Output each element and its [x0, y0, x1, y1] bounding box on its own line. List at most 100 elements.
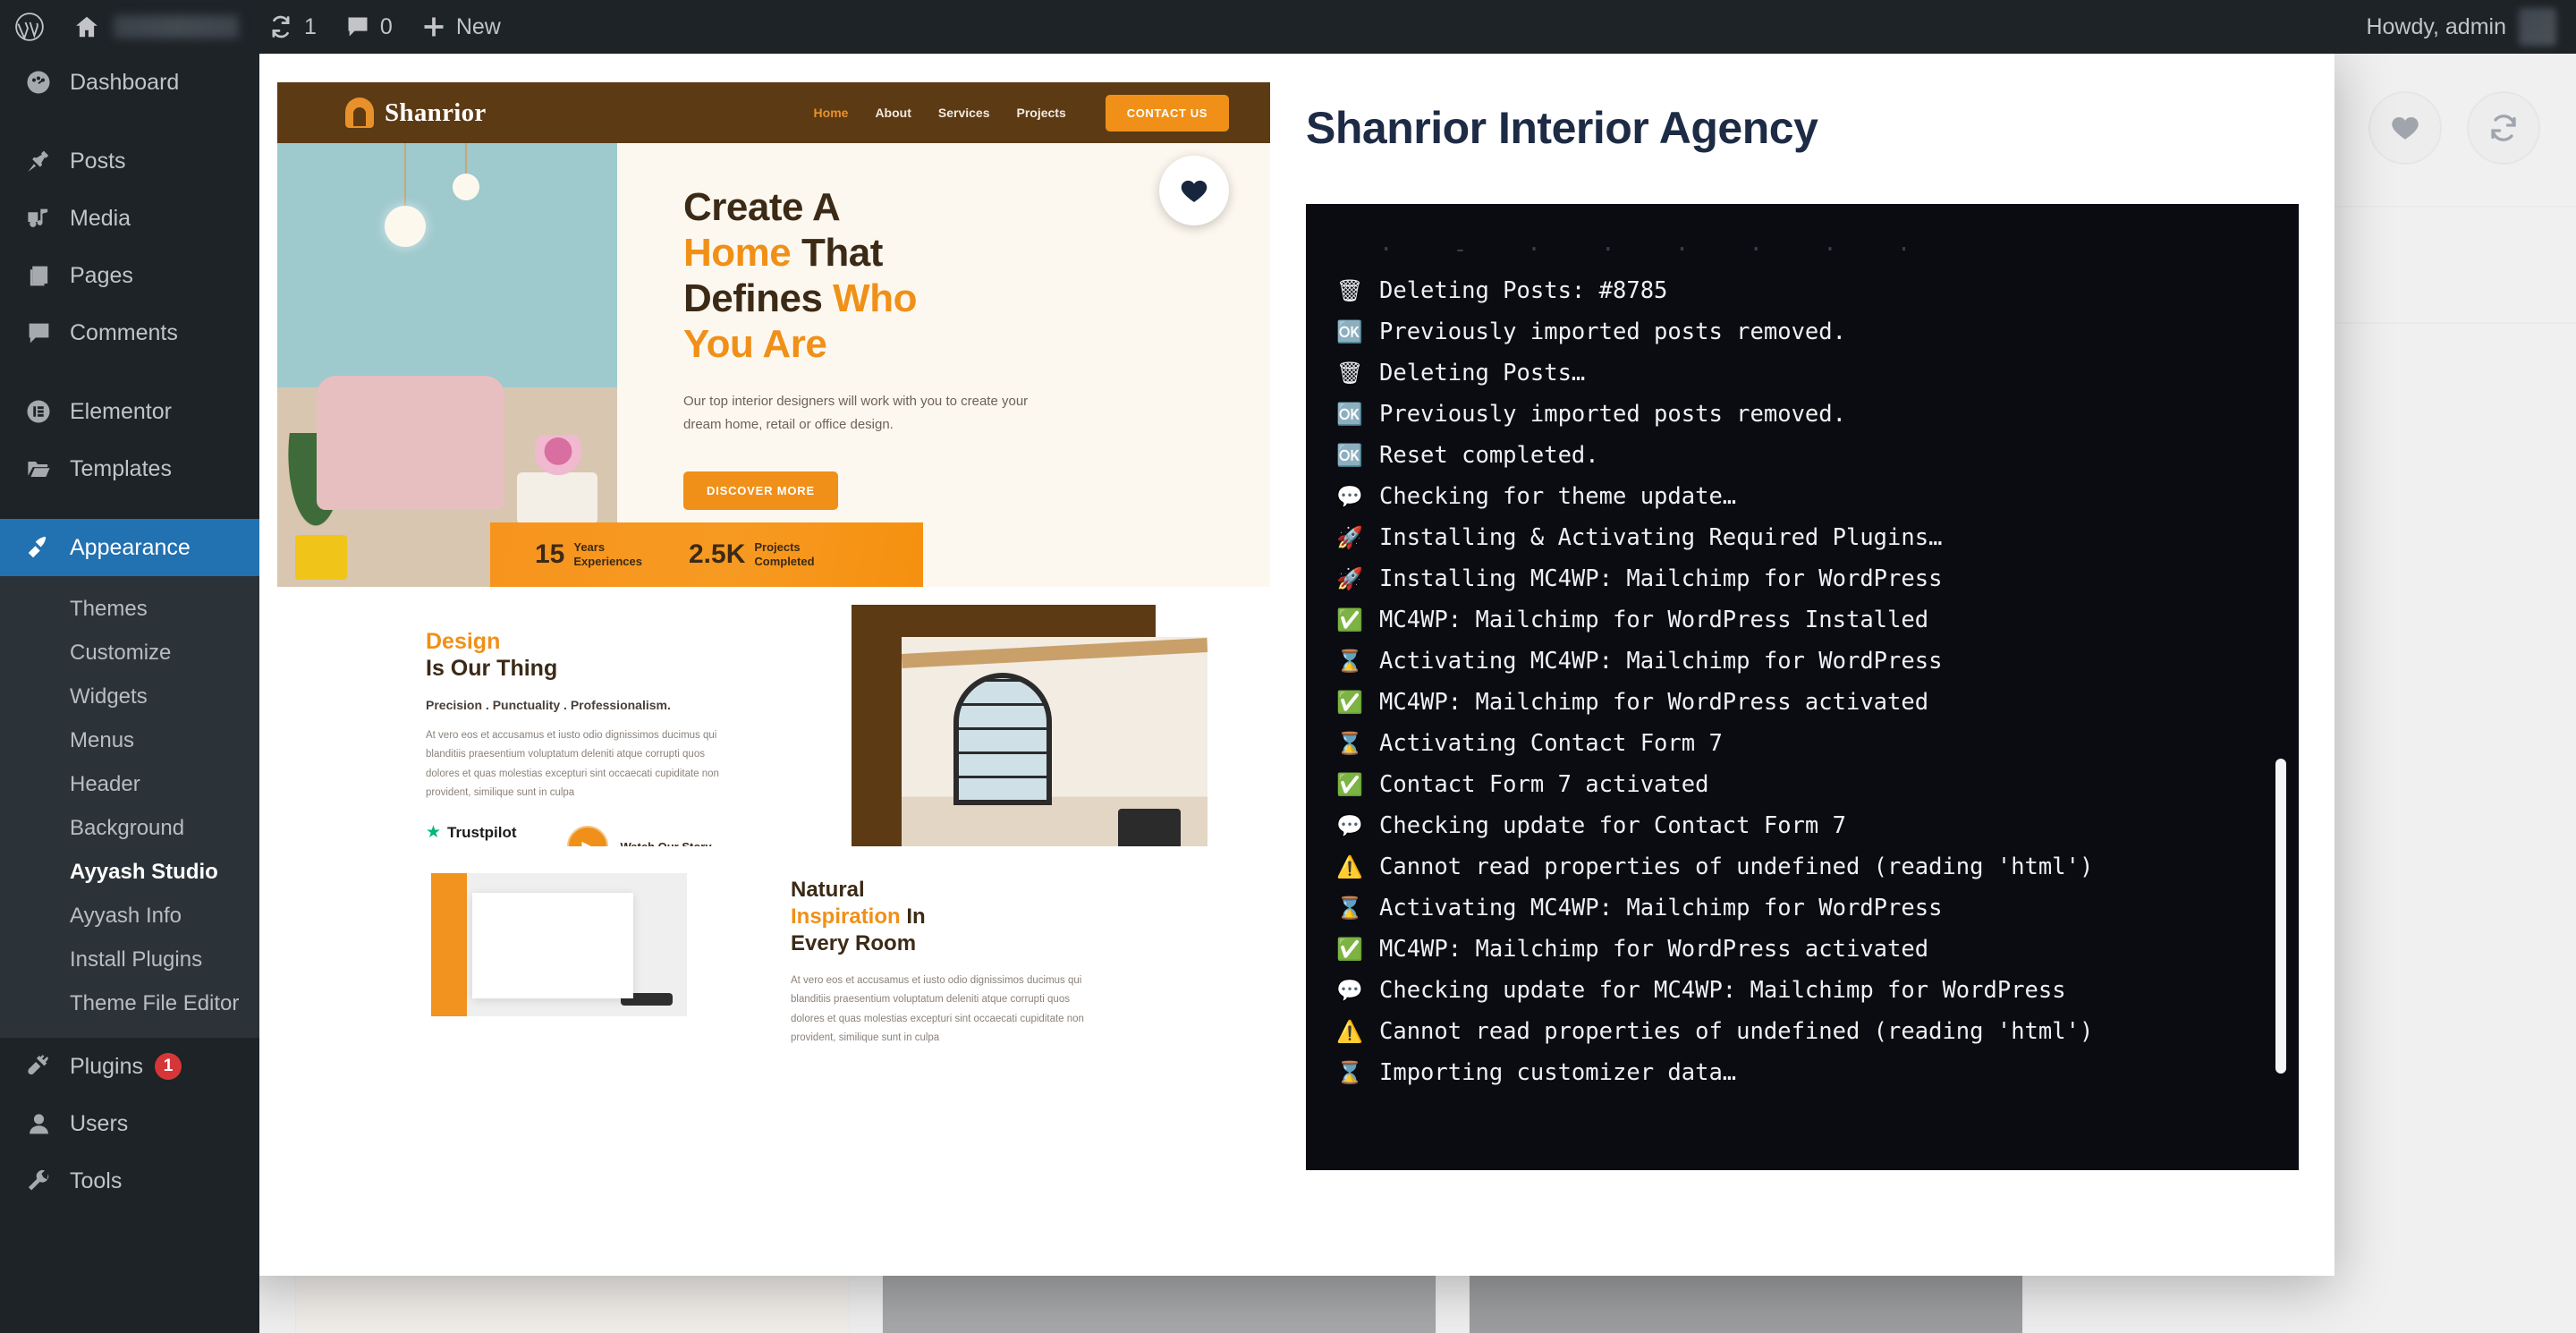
nav-contact-button: CONTACT US: [1105, 94, 1229, 132]
stat-projects-label-2: Completed: [754, 555, 815, 568]
log-line: ⌛ Importing customizer data…: [1336, 1052, 2268, 1093]
plug-icon: [20, 1054, 57, 1080]
inspiration-line-3: Every Room: [791, 931, 917, 955]
log-line: 🚀 Installing & Activating Required Plugin…: [1336, 517, 2268, 558]
updates-count: 1: [304, 13, 317, 39]
submenu-item-background[interactable]: Background: [0, 806, 259, 850]
sidebar-item-label: Media: [70, 205, 131, 231]
theme-preview: Shanrior Home About Services Projects CO…: [277, 82, 1270, 1244]
sidebar-item-label: Elementor: [70, 398, 172, 424]
comments-icon: [20, 320, 57, 346]
plus-icon: [421, 14, 446, 39]
theme-detail-panel: Shanrior Interior Agency · - · · · · · ·…: [1306, 82, 2299, 1244]
trash-icon: 🗑: [1336, 361, 1364, 386]
sidebar-item-label: Users: [70, 1110, 129, 1136]
import-log-list: · - · · · · · · 🗑 Deleting Posts: #8785 🆗 P…: [1336, 229, 2268, 1093]
sidebar-item-label: Appearance: [70, 534, 191, 560]
log-line: ⚠️ Cannot read properties of undefined (r…: [1336, 1011, 2268, 1052]
stat-years-number: 15: [535, 539, 565, 569]
brand-name: Shanrior: [385, 98, 487, 127]
star-icon: ★: [426, 823, 442, 843]
sidebar-item-plugins[interactable]: Plugins 1: [0, 1038, 259, 1095]
sidebar-item-label: Comments: [70, 319, 178, 345]
sidebar-item-comments[interactable]: Comments: [0, 304, 259, 361]
comments-icon: [345, 14, 370, 39]
sidebar-item-users[interactable]: Users: [0, 1095, 259, 1152]
trash-icon: 🗑: [1336, 278, 1364, 303]
design-heading: Is Our Thing: [426, 656, 558, 681]
hero-line-2-accent: Home: [683, 231, 792, 276]
log-text: Contact Form 7 activated: [1379, 771, 1709, 798]
appearance-submenu: Themes Customize Widgets Menus Header Ba…: [0, 576, 259, 1038]
log-line: 🆗 Previously imported posts removed.: [1336, 394, 2268, 435]
sidebar-item-label: Tools: [70, 1167, 123, 1193]
submenu-item-theme-file-editor[interactable]: Theme File Editor: [0, 981, 259, 1025]
rocket-icon: 🚀: [1336, 566, 1363, 591]
log-line: ⌛ Activating Contact Form 7: [1336, 723, 2268, 764]
check-icon: ✅: [1336, 772, 1363, 797]
preview-inspiration-section: Natural Inspiration In Every Room At ver…: [277, 846, 1270, 1043]
sidebar-item-label: Dashboard: [70, 69, 180, 95]
hero-line-4: You Are: [683, 322, 827, 367]
sidebar-item-elementor[interactable]: Elementor: [0, 383, 259, 440]
submenu-item-customize[interactable]: Customize: [0, 631, 259, 675]
submenu-item-themes[interactable]: Themes: [0, 587, 259, 631]
console-scrollbar[interactable]: [2275, 759, 2286, 1074]
stat-years-label-2: Experiences: [573, 555, 642, 568]
page-title: Shanrior Interior Agency: [1306, 103, 1818, 153]
sidebar-item-templates[interactable]: Templates: [0, 440, 259, 497]
log-text: Importing customizer data…: [1379, 1059, 1737, 1086]
new-label: New: [455, 13, 501, 39]
inspiration-line-2: In: [906, 904, 926, 929]
admin-bar: 1 0 New Howdy, admin: [0, 0, 2576, 54]
sidebar-item-posts[interactable]: Posts: [0, 132, 259, 190]
comments-count: 0: [379, 13, 393, 39]
hourglass-icon: ⌛: [1336, 731, 1363, 756]
submenu-item-install-plugins[interactable]: Install Plugins: [0, 938, 259, 981]
howdy-label: Howdy, admin: [2366, 13, 2506, 39]
updates-link[interactable]: 1: [253, 0, 331, 54]
new-content-button[interactable]: New: [407, 0, 515, 54]
submenu-item-widgets[interactable]: Widgets: [0, 675, 259, 718]
log-text: Activating MC4WP: Mailchimp for WordPres…: [1379, 895, 1943, 921]
sidebar-item-label: Posts: [70, 148, 126, 174]
submenu-item-header[interactable]: Header: [0, 762, 259, 806]
log-text: Activating MC4WP: Mailchimp for WordPres…: [1379, 648, 1943, 675]
log-text: MC4WP: Mailchimp for WordPress Installed: [1379, 607, 1929, 633]
theme-screenshot: Shanrior Home About Services Projects CO…: [277, 82, 1270, 1043]
site-home-link[interactable]: [59, 0, 253, 54]
design-tagline: Precision . Punctuality . Professionalis…: [426, 698, 671, 712]
comments-link[interactable]: 0: [331, 0, 407, 54]
stat-years: 15 Years Experiences: [535, 539, 642, 570]
elementor-icon: [20, 398, 57, 425]
log-text: · - · · · · · ·: [1379, 236, 1935, 263]
brush-icon: [20, 534, 57, 561]
check-icon: ✅: [1336, 937, 1363, 962]
log-line: ✅ Contact Form 7 activated: [1336, 764, 2268, 805]
sidebar-item-dashboard[interactable]: Dashboard: [0, 54, 259, 111]
speech-icon: 💬: [1336, 978, 1363, 1003]
submenu-item-ayyash-studio[interactable]: Ayyash Studio: [0, 850, 259, 894]
wp-logo-button[interactable]: [0, 0, 59, 54]
design-paragraph: At vero eos et accusamus et iusto odio d…: [426, 730, 719, 798]
trustpilot-label: Trustpilot: [447, 823, 517, 841]
log-line: ✅ MC4WP: Mailchimp for WordPress activate…: [1336, 929, 2268, 970]
submenu-item-menus[interactable]: Menus: [0, 718, 259, 762]
sidebar-item-media[interactable]: Media: [0, 190, 259, 247]
preview-site-header: Shanrior Home About Services Projects CO…: [277, 82, 1270, 143]
log-line: ⌛ Activating MC4WP: Mailchimp for WordPre…: [1336, 887, 2268, 929]
favorite-button[interactable]: [1159, 156, 1229, 225]
account-menu[interactable]: Howdy, admin: [2366, 0, 2576, 54]
log-line: ⌛ Activating MC4WP: Mailchimp for WordPre…: [1336, 641, 2268, 682]
sidebar-item-appearance[interactable]: Appearance: [0, 519, 259, 576]
folder-icon: [20, 456, 57, 482]
warning-icon: ⚠️: [1336, 854, 1363, 879]
speech-icon: 💬: [1336, 813, 1363, 838]
nav-link-projects: Projects: [1016, 106, 1066, 120]
preview-stats-bar: 15 Years Experiences 2.5K Projects Complet…: [490, 522, 923, 587]
check-icon: ✅: [1336, 607, 1363, 633]
sidebar-item-tools[interactable]: Tools: [0, 1152, 259, 1210]
stat-projects: 2.5K Projects Completed: [689, 539, 815, 570]
submenu-item-ayyash-info[interactable]: Ayyash Info: [0, 894, 259, 938]
sidebar-item-pages[interactable]: Pages: [0, 247, 259, 304]
